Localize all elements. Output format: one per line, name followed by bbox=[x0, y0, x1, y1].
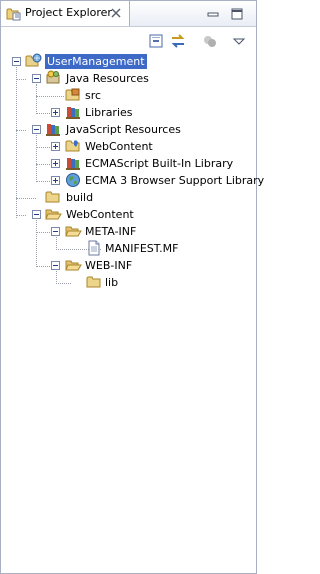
tree-item-project[interactable]: UserManagement bbox=[1, 53, 151, 70]
web-project-icon bbox=[25, 53, 42, 67]
expand-toggle-icon[interactable] bbox=[51, 176, 60, 185]
tree-label: JavaScript Resources bbox=[66, 123, 181, 136]
tree-item-manifest[interactable]: MANIFEST.MF bbox=[1, 240, 191, 257]
project-explorer-view: Project Explorer UserManagement Java Res… bbox=[0, 0, 264, 574]
tree-label: WebContent bbox=[66, 208, 134, 221]
tree-item-java-resources[interactable]: Java Resources bbox=[1, 70, 161, 87]
tree-label: ECMAScript Built-In Library bbox=[85, 157, 234, 170]
tree-label: WebContent bbox=[85, 140, 153, 153]
tab-title: Project Explorer bbox=[25, 6, 112, 19]
view-toolbar bbox=[1, 27, 256, 55]
globe-icon bbox=[66, 173, 80, 187]
collapse-toggle-icon[interactable] bbox=[12, 57, 21, 66]
maximize-icon[interactable] bbox=[230, 7, 244, 21]
collapse-toggle-icon[interactable] bbox=[51, 227, 60, 236]
tree-item-ecmascript-library[interactable]: ECMAScript Built-In Library bbox=[1, 155, 233, 172]
project-tree: UserManagement Java Resources src Librar… bbox=[1, 53, 264, 313]
expand-toggle-icon[interactable] bbox=[51, 159, 60, 168]
tree-label: ECMA 3 Browser Support Library bbox=[85, 174, 265, 187]
close-icon[interactable] bbox=[110, 7, 122, 19]
tree-label: src bbox=[85, 89, 102, 102]
tree-item-javascript-resources[interactable]: JavaScript Resources bbox=[1, 121, 181, 138]
tree-item-src[interactable]: src bbox=[1, 87, 121, 104]
tree-item-lib[interactable]: lib bbox=[1, 274, 131, 291]
javascript-folder-icon bbox=[65, 140, 80, 152]
tree-label: Java Resources bbox=[66, 72, 149, 85]
tree-item-meta-inf[interactable]: META-INF bbox=[1, 223, 141, 240]
tree-label: META-INF bbox=[85, 225, 137, 238]
expand-toggle-icon[interactable] bbox=[51, 108, 60, 117]
link-with-editor-icon[interactable] bbox=[169, 32, 187, 50]
collapse-toggle-icon[interactable] bbox=[51, 261, 60, 270]
tree-item-libraries[interactable]: Libraries bbox=[1, 104, 141, 121]
tree-label: Libraries bbox=[85, 106, 133, 119]
source-folder-icon bbox=[65, 88, 80, 101]
tree-label: MANIFEST.MF bbox=[105, 242, 179, 255]
collapse-toggle-icon[interactable] bbox=[32, 210, 41, 219]
file-icon bbox=[88, 240, 100, 256]
folder-icon bbox=[45, 191, 60, 203]
tree-item-ecma3-browser-library[interactable]: ECMA 3 Browser Support Library bbox=[1, 172, 264, 189]
java-resources-icon bbox=[46, 70, 60, 84]
folder-open-icon bbox=[45, 209, 62, 220]
folder-open-icon bbox=[65, 226, 82, 237]
tree-item-webcontent[interactable]: WebContent bbox=[1, 206, 141, 223]
minimize-icon[interactable] bbox=[206, 7, 220, 21]
tree-item-build[interactable]: build bbox=[1, 189, 101, 206]
collapse-all-icon[interactable] bbox=[147, 32, 165, 50]
collapse-toggle-icon[interactable] bbox=[32, 74, 41, 83]
folder-explorer-icon bbox=[6, 8, 21, 21]
javascript-resources-icon bbox=[46, 124, 60, 136]
tree-label: WEB-INF bbox=[85, 259, 133, 272]
libraries-icon bbox=[66, 107, 80, 119]
tree-item-web-inf[interactable]: WEB-INF bbox=[1, 257, 141, 274]
tab-project-explorer[interactable]: Project Explorer bbox=[1, 1, 130, 26]
folder-icon bbox=[86, 276, 101, 288]
folder-open-icon bbox=[65, 260, 82, 271]
library-icon bbox=[66, 158, 80, 170]
tree-label: UserManagement bbox=[45, 54, 147, 69]
tree-label: lib bbox=[105, 276, 119, 289]
tree-label: build bbox=[66, 191, 94, 204]
expand-toggle-icon[interactable] bbox=[51, 142, 60, 151]
view-menu-icon[interactable] bbox=[230, 32, 248, 50]
collapse-toggle-icon[interactable] bbox=[32, 125, 41, 134]
filters-icon bbox=[204, 36, 216, 47]
tree-item-js-webcontent[interactable]: WebContent bbox=[1, 138, 153, 155]
view-title-bar: Project Explorer bbox=[1, 1, 256, 27]
